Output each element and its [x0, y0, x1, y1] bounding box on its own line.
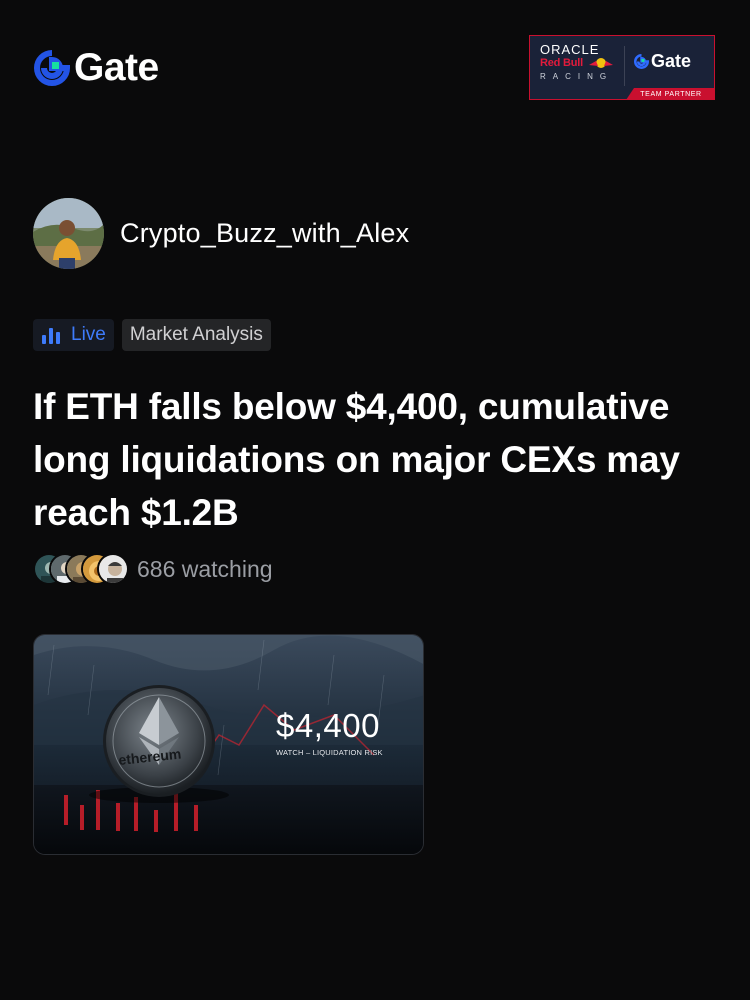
partner-badge[interactable]: ORACLE Red Bull RACING Gate TEAM PARTNER [529, 35, 715, 100]
bar-chart-icon [42, 328, 60, 344]
image-price-label: $4,400 [276, 707, 380, 744]
category-tag[interactable]: Market Analysis [121, 319, 271, 351]
badge-gate-name: Gate [651, 51, 692, 71]
author-row[interactable]: Crypto_Buzz_with_Alex [33, 198, 409, 269]
live-tag-label: Live [71, 324, 106, 345]
post-title: If ETH falls below $4,400, cumulative lo… [33, 386, 680, 533]
watcher-avatar [97, 553, 129, 585]
gate-logo[interactable]: Gate [34, 46, 159, 90]
redbull-wordmark: Red Bull [540, 57, 584, 69]
gate-logo-icon [34, 50, 70, 86]
post-tags: Live Market Analysis [33, 319, 271, 351]
author-name[interactable]: Crypto_Buzz_with_Alex [120, 218, 409, 249]
racing-wordmark: RACING [540, 72, 614, 81]
watching-count: 686 watching [137, 555, 273, 582]
ethereum-coin-image: ethereum [34, 635, 423, 854]
watcher-avatars [33, 553, 129, 585]
bull-icon [589, 58, 613, 68]
gate-small-icon [634, 54, 649, 69]
badge-gate-logo: Gate [634, 51, 691, 72]
live-tag[interactable]: Live [33, 319, 114, 351]
oracle-wordmark: ORACLE [540, 42, 600, 57]
brand-name: Gate [74, 46, 159, 89]
image-caption: WATCH – LIQUIDATION RISK [276, 748, 383, 757]
author-avatar[interactable] [33, 198, 104, 269]
team-partner-label: TEAM PARTNER [626, 88, 714, 99]
avatar-image [33, 198, 104, 269]
post-image[interactable]: ethereum $4,400 WATCH – LIQUIDATION RISK [33, 634, 424, 855]
watchers-row: 686 watching [33, 553, 273, 585]
post-page: Gate ORACLE Red Bull RACING Gate TEAM PA… [0, 0, 750, 1000]
badge-divider [624, 46, 625, 86]
